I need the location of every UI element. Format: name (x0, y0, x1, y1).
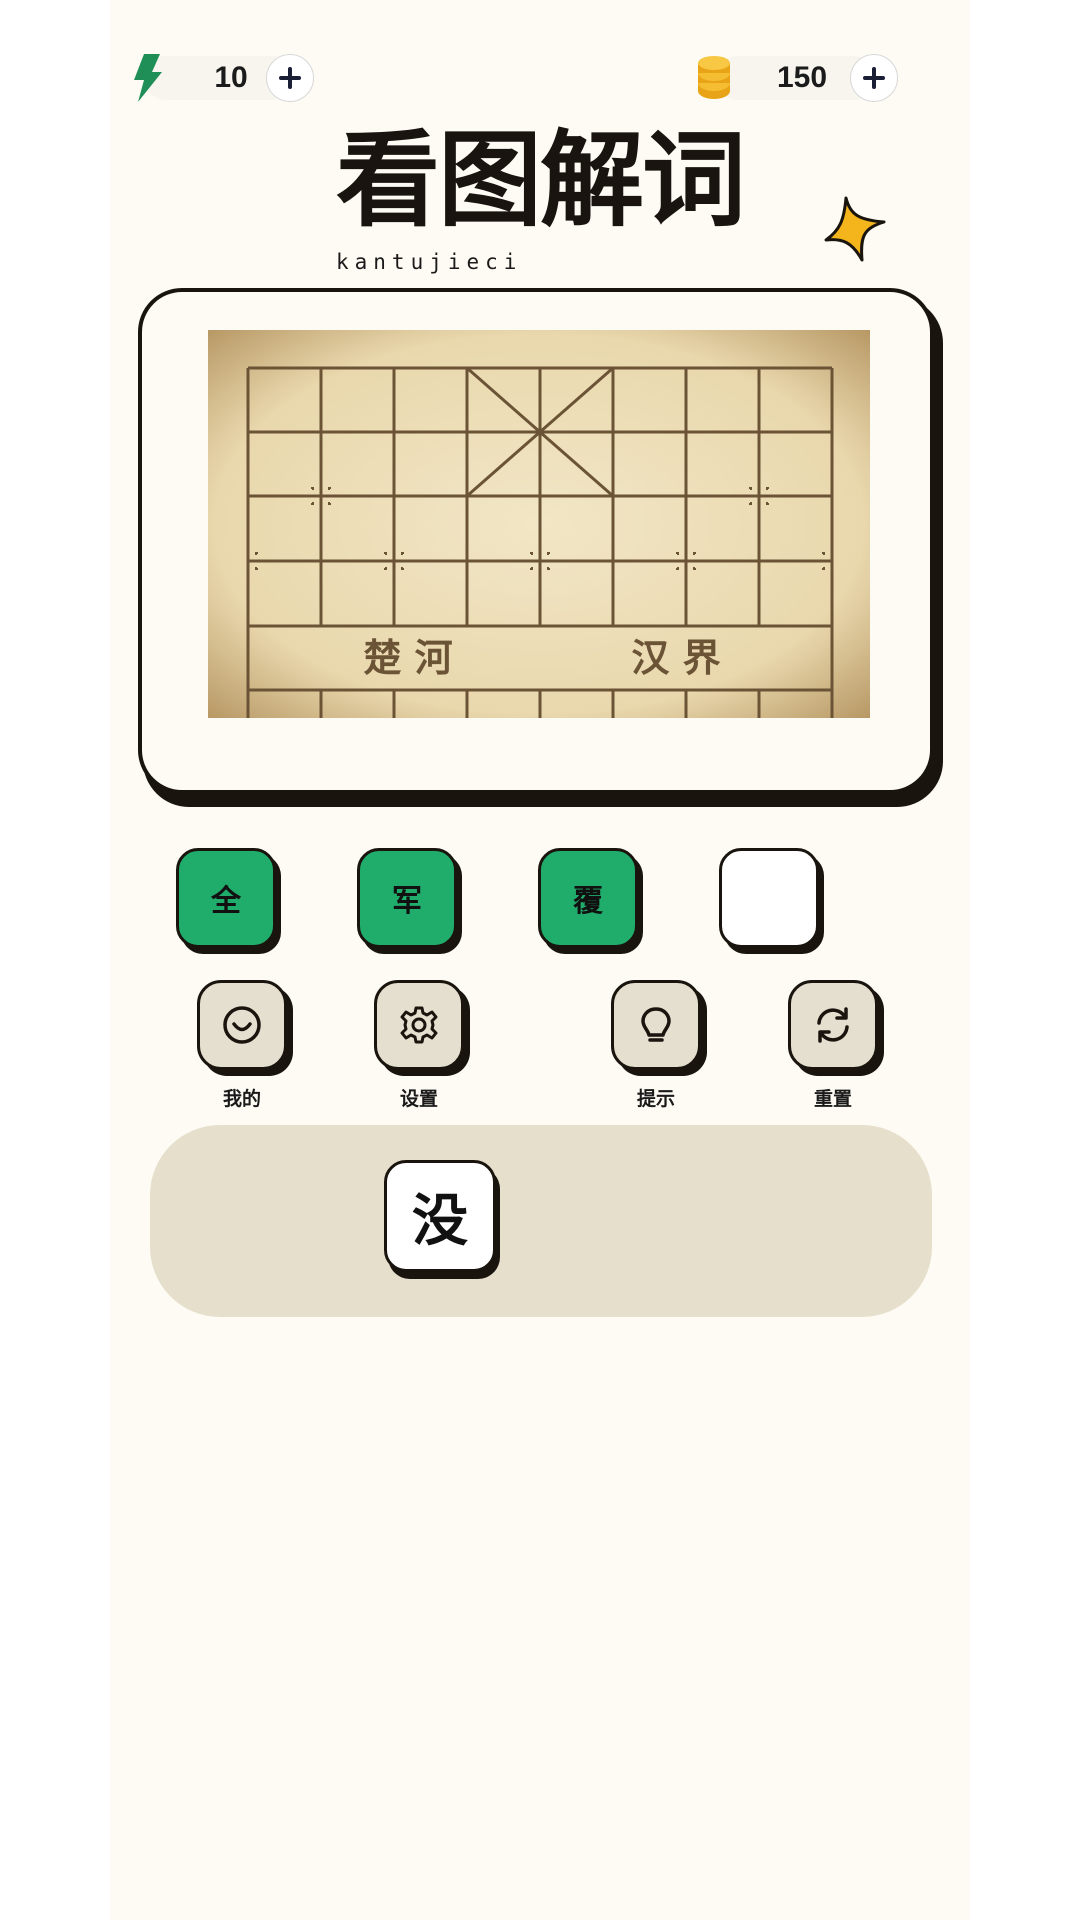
game-title: 看图解词 (336, 118, 746, 241)
letter-tray (150, 1125, 932, 1317)
plus-icon (863, 67, 885, 89)
refresh-icon (817, 1007, 849, 1043)
gear-icon (400, 1006, 438, 1044)
letter-tile[interactable]: 没 (384, 1160, 496, 1272)
add-energy-button[interactable] (266, 54, 314, 102)
coin-value: 150 (776, 61, 828, 94)
lightning-icon (134, 54, 162, 102)
answer-slot-2[interactable]: 军 (357, 848, 457, 948)
game-subtitle: kantujieci (336, 250, 523, 274)
star-icon (824, 196, 886, 262)
board-text-left: 楚 河 (363, 635, 452, 680)
energy-counter: 10 (130, 50, 314, 106)
reset-label: 重置 (813, 1088, 852, 1110)
puzzle-image: 楚 河 汉 界 (208, 330, 870, 718)
profile-label: 我的 (222, 1088, 261, 1110)
board-text-right: 汉 界 (631, 635, 720, 680)
settings-label: 设置 (399, 1088, 438, 1110)
answer-slot-4[interactable] (719, 848, 819, 948)
game-screen: 10 150 看图解词 kantujieci 楚 河 汉 界 全 军 覆 我的 … (110, 0, 970, 1920)
hint-label: 提示 (636, 1088, 675, 1110)
smile-icon (223, 1006, 261, 1044)
plus-icon (279, 67, 301, 89)
answer-slot-3[interactable]: 覆 (538, 848, 638, 948)
coin-counter: 150 (696, 50, 898, 106)
coins-icon (698, 56, 730, 99)
answer-slot-1[interactable]: 全 (176, 848, 276, 948)
lightbulb-icon (641, 1007, 671, 1042)
add-coins-button[interactable] (850, 54, 898, 102)
